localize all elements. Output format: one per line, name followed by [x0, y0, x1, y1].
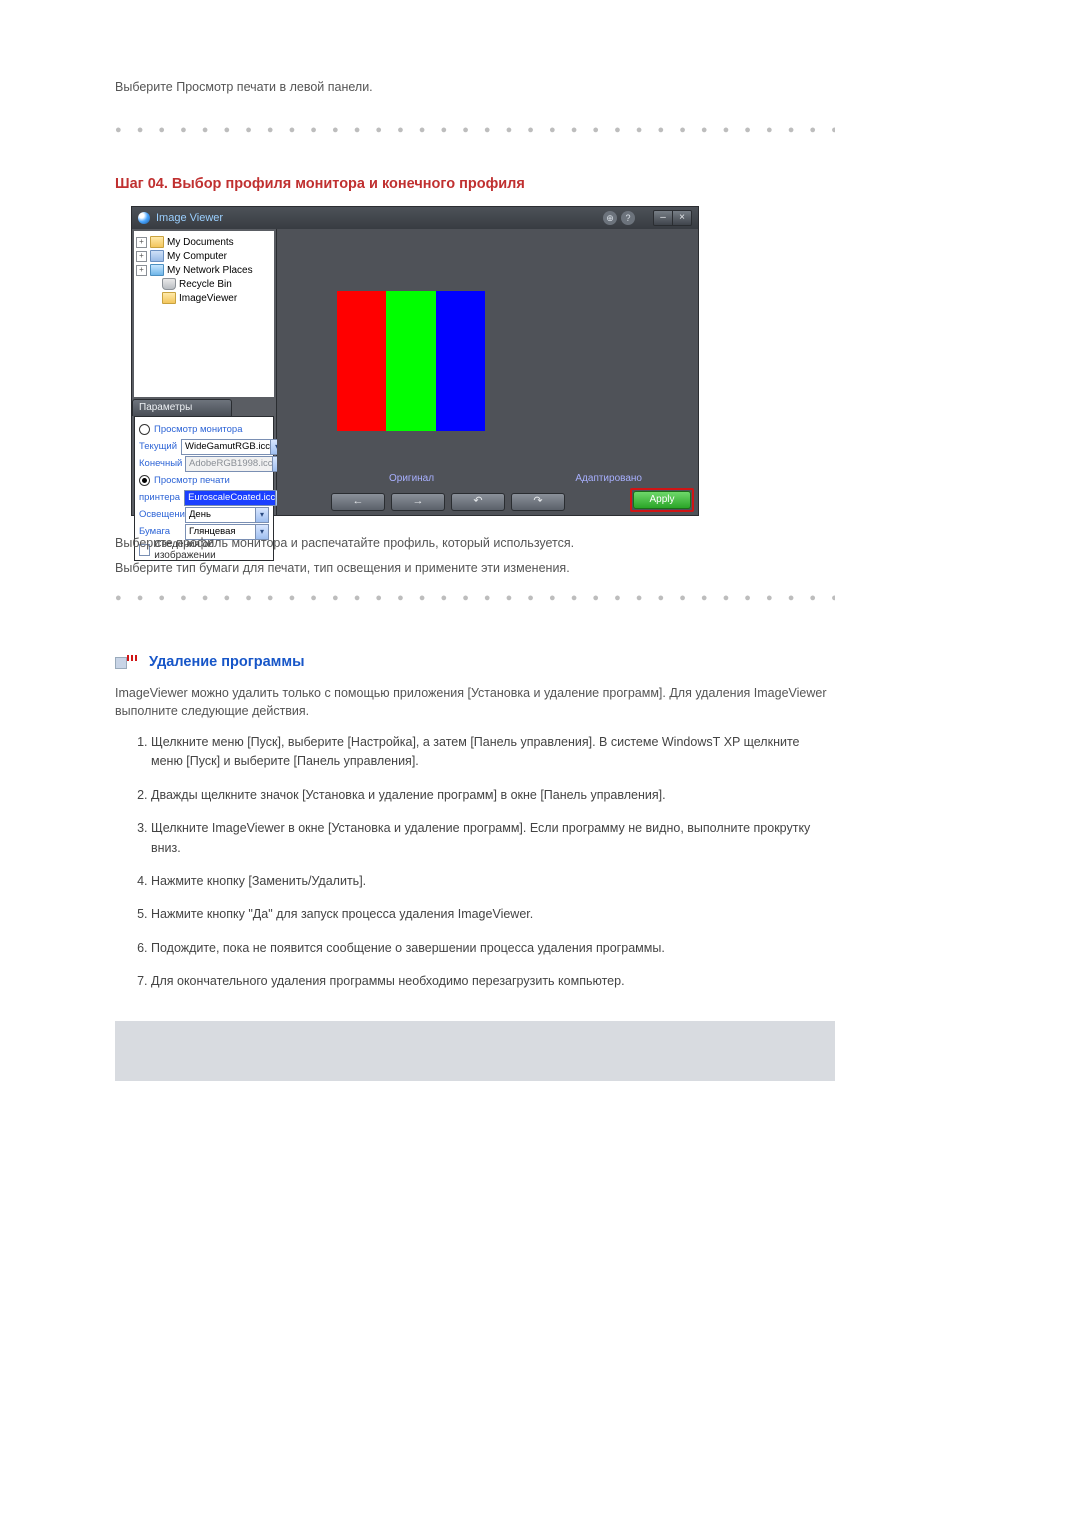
select-value: AdobeRGB1998.icc [189, 458, 272, 469]
field-label: Текущий [139, 441, 177, 452]
footer-bar [115, 1021, 835, 1081]
field-label: Конечный [139, 458, 181, 469]
step-item: Нажмите кнопку [Заменить/Удалить]. [151, 872, 835, 891]
zoom-button[interactable]: ⊕ [603, 211, 617, 225]
field-label: принтера [139, 492, 180, 503]
intro-text: Выберите Просмотр печати в левой панели. [115, 80, 835, 94]
current-profile-select[interactable]: WideGamutRGB.icc ▾ [181, 439, 284, 455]
window-controls: – × [653, 210, 692, 226]
network-icon [150, 264, 164, 276]
minimize-button[interactable]: – [654, 211, 672, 225]
preview-image [337, 291, 485, 431]
radio-print-view[interactable] [139, 475, 150, 486]
uninstall-icon [115, 655, 139, 669]
uninstall-steps: Щелкните меню [Пуск], выберите [Настройк… [127, 733, 835, 991]
tree-item[interactable]: + My Computer [136, 249, 272, 263]
computer-icon [150, 250, 164, 262]
step-item: Щелкните ImageViewer в окне [Установка и… [151, 819, 835, 858]
step-04-heading: Шаг 04. Выбор профиля монитора и конечно… [115, 176, 835, 192]
step-item: Нажмите кнопку "Да" для запуск процесса … [151, 905, 835, 924]
image-viewer-window: Image Viewer ⊕ ? – × + My Documents [131, 206, 699, 516]
radio-monitor-view[interactable] [139, 424, 150, 435]
radio-label: Просмотр печати [154, 475, 230, 486]
select-value: EuroscaleCoated.icc [188, 492, 275, 503]
post-para-2: Выберите тип бумаги для печати, тип осве… [115, 559, 835, 578]
step-item: Щелкните меню [Пуск], выберите [Настройк… [151, 733, 835, 772]
printer-profile-select[interactable]: EuroscaleCoated.icc ▾ [184, 490, 289, 506]
uninstall-intro: ImageViewer можно удалить только с помощ… [115, 684, 835, 722]
preview-green-stripe [386, 291, 435, 431]
uninstall-heading: Удаление программы [149, 654, 305, 670]
app-icon [138, 212, 150, 224]
tree-label: ImageViewer [179, 293, 237, 304]
help-button[interactable]: ? [621, 211, 635, 225]
preview-panel: Оригинал Адаптировано ← → ↶ ↷ Apply [277, 229, 698, 515]
step-item: Для окончательного удаления программы не… [151, 972, 835, 991]
apply-highlight: Apply [630, 488, 694, 512]
folder-icon [162, 292, 176, 304]
step-item: Подождите, пока не появится сообщение о … [151, 939, 835, 958]
separator-dots: ● ● ● ● ● ● ● ● ● ● ● ● ● ● ● ● ● ● ● ● … [115, 124, 835, 136]
preview-blue-stripe [436, 291, 485, 431]
chevron-down-icon[interactable]: ▾ [255, 508, 268, 522]
tree-label: Recycle Bin [179, 279, 232, 290]
caption-original: Оригинал [389, 473, 434, 484]
tree-item[interactable]: + My Documents [136, 235, 272, 249]
left-panel: + My Documents + My Computer + My Networ… [132, 229, 277, 515]
select-value: День [189, 509, 211, 520]
caption-adapted: Адаптировано [575, 473, 642, 484]
nav-forward-button[interactable]: → [391, 493, 445, 511]
tree-label: My Computer [167, 251, 227, 262]
titlebar: Image Viewer ⊕ ? – × [132, 207, 698, 229]
expand-icon[interactable]: + [136, 251, 147, 262]
field-label: Освещение [139, 509, 181, 520]
expand-icon[interactable]: + [136, 265, 147, 276]
params-tab[interactable]: Параметры [132, 399, 232, 416]
lighting-select[interactable]: День ▾ [185, 507, 269, 523]
expand-icon[interactable]: + [136, 237, 147, 248]
tree-label: My Network Places [167, 265, 253, 276]
tree-item[interactable]: ImageViewer [148, 291, 272, 305]
nav-back-button[interactable]: ← [331, 493, 385, 511]
rotate-right-button[interactable]: ↷ [511, 493, 565, 511]
target-profile-select: AdobeRGB1998.icc ▾ [185, 456, 286, 472]
folder-icon [150, 236, 164, 248]
tree-item[interactable]: + My Network Places [136, 263, 272, 277]
post-para-1: Выберите профиль монитора и распечатайте… [115, 534, 835, 553]
rotate-left-button[interactable]: ↶ [451, 493, 505, 511]
tree-item[interactable]: Recycle Bin [148, 277, 272, 291]
recyclebin-icon [162, 278, 176, 290]
folder-tree[interactable]: + My Documents + My Computer + My Networ… [134, 231, 274, 397]
close-button[interactable]: × [672, 211, 691, 225]
window-title: Image Viewer [156, 212, 223, 224]
apply-button[interactable]: Apply [633, 491, 691, 509]
preview-red-stripe [337, 291, 386, 431]
separator-dots: ● ● ● ● ● ● ● ● ● ● ● ● ● ● ● ● ● ● ● ● … [115, 592, 835, 604]
nav-controls: ← → ↶ ↷ [331, 493, 565, 511]
radio-label: Просмотр монитора [154, 424, 243, 435]
tree-label: My Documents [167, 237, 234, 248]
select-value: WideGamutRGB.icc [185, 441, 270, 452]
step-item: Дважды щелкните значок [Установка и удал… [151, 786, 835, 805]
